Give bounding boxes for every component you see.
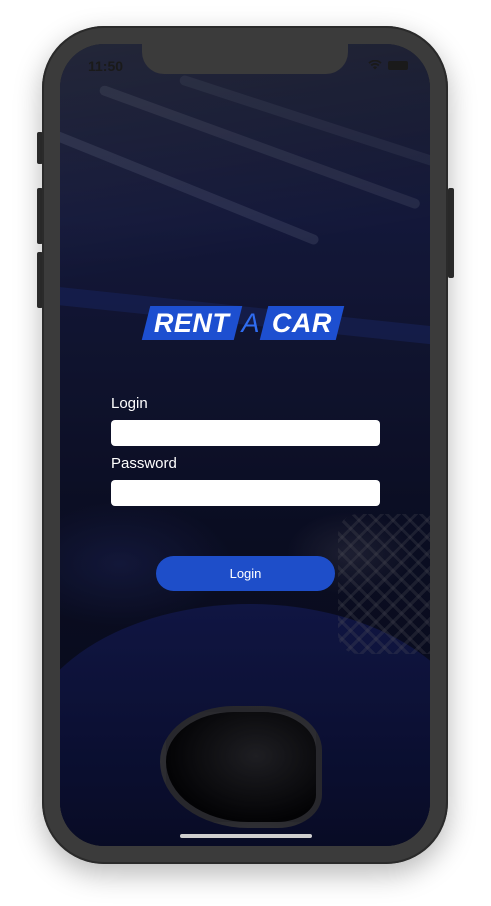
power-button bbox=[448, 188, 454, 278]
battery-icon bbox=[388, 60, 408, 70]
wifi-icon bbox=[368, 60, 382, 70]
rent-a-car-logo: RENT A CAR bbox=[141, 306, 344, 340]
status-icons bbox=[368, 60, 408, 70]
logo-word-a: A bbox=[241, 307, 260, 338]
password-input[interactable] bbox=[111, 480, 380, 506]
notch bbox=[142, 44, 348, 74]
app-screen: 11:50 RENT A CAR Login Password Login bbox=[60, 44, 430, 846]
login-form: Login Password bbox=[111, 394, 380, 506]
login-input[interactable] bbox=[111, 420, 380, 446]
home-indicator bbox=[180, 834, 312, 838]
logo-rent-box: RENT bbox=[141, 306, 242, 340]
logo-word-rent: RENT bbox=[154, 307, 230, 338]
login-label: Login bbox=[111, 395, 148, 412]
logo-a-box: A bbox=[238, 306, 264, 340]
login-button[interactable]: Login bbox=[156, 556, 335, 591]
status-time: 11:50 bbox=[88, 58, 124, 74]
logo-word-car: CAR bbox=[271, 307, 332, 338]
logo-car-box: CAR bbox=[259, 306, 344, 340]
password-label: Password bbox=[111, 455, 177, 472]
